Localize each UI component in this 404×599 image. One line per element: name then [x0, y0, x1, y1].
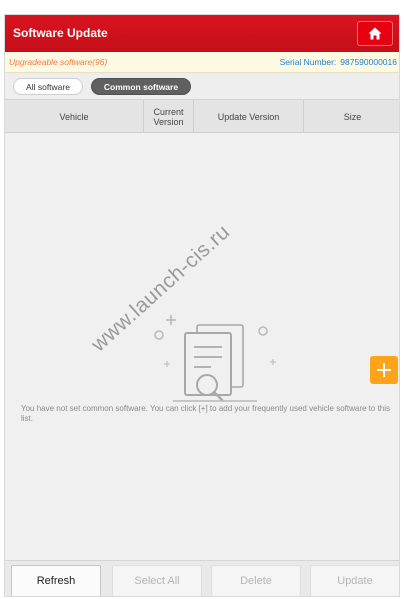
add-software-button[interactable] [370, 356, 398, 384]
software-update-window: Software Update Upgradeable software(96)… [4, 14, 400, 597]
column-update-version: Update Version [194, 100, 304, 133]
title-bar: Software Update [5, 15, 399, 52]
bottom-toolbar: Refresh Select All Delete Update [5, 560, 399, 596]
select-all-button[interactable]: Select All [112, 565, 202, 596]
column-size: Size [343, 111, 362, 122]
home-button[interactable] [357, 21, 393, 46]
serial-label: Serial Number: [279, 57, 337, 67]
tab-all-software[interactable]: All software [13, 78, 83, 95]
tab-bar: All software Common software [5, 73, 399, 99]
page-title: Software Update [13, 26, 108, 40]
delete-button[interactable]: Delete [211, 565, 301, 596]
update-button[interactable]: Update [310, 565, 399, 596]
info-bar: Upgradeable software(96) Serial Number: 9… [5, 52, 399, 73]
column-vehicle: Vehicle [5, 100, 144, 133]
screen: Software Update Upgradeable software(96)… [0, 0, 404, 599]
table-header: Vehicle Current Version Update Version S… [5, 99, 399, 133]
serial-number: Serial Number: 987590000016 [276, 57, 397, 67]
software-list[interactable]: www.launch-cis.ru You have not set commo… [5, 133, 399, 560]
home-icon [368, 27, 382, 40]
refresh-button[interactable]: Refresh [11, 565, 101, 596]
document-search-icon [154, 315, 276, 402]
tab-common-software[interactable]: Common software [91, 78, 191, 95]
column-current-version: Current Version [144, 100, 194, 133]
empty-state-message: You have not set common software. You ca… [21, 404, 391, 423]
serial-value: 987590000016 [340, 57, 397, 67]
plus-icon [377, 363, 391, 377]
upgradeable-count: Upgradeable software(96) [9, 57, 108, 67]
